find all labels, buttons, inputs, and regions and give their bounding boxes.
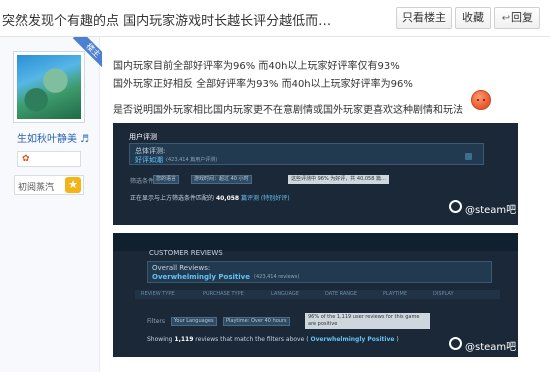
en-tab-language[interactable]: LANGUAGE: [271, 291, 299, 297]
en-showing-text: Showing 1,119 reviews that match the fil…: [147, 336, 399, 343]
en-filters-label: Filters: [147, 318, 165, 325]
en-showing-count: 1,119: [174, 336, 194, 343]
cn-watermark: @steam吧: [465, 205, 517, 216]
level-name: 初阅蒸汽: [18, 183, 55, 193]
post-title: 突然发现个有趣的点 国内玩家游戏时长越长评分越低而…: [2, 14, 332, 29]
cn-showing-text: 正在显示与上方筛选条件匹配的 40,058 篇评测 (特别好评): [130, 193, 290, 202]
en-overall-box: Overall Reviews: Overwhelmingly Positive…: [147, 261, 492, 283]
user-level[interactable]: 初阅蒸汽 ★: [14, 175, 84, 195]
cn-overall-value: 好评如潮: [135, 156, 163, 164]
username-link[interactable]: 生如秋叶静美 ♬: [17, 130, 89, 145]
reply-icon: ↩: [501, 13, 511, 24]
star-icon: ★: [65, 177, 81, 193]
en-showing-prefix: Showing: [147, 336, 173, 343]
en-tab-playtime[interactable]: PLAYTIME: [383, 291, 407, 297]
author-sidebar: 生如秋叶静美 ♬ ✿ 初阅蒸汽 ★: [0, 37, 100, 372]
screenshot-en-reviews[interactable]: CUSTOMER REVIEWS Overall Reviews: Overwh…: [113, 233, 518, 357]
en-tab-review-type[interactable]: REVIEW TYPE: [141, 291, 175, 297]
post-paragraph: 国内玩家目前全部好评率为96% 而40h以上玩家好评率仅有93%: [113, 61, 400, 72]
cn-filter-chip-language: 您的语言: [153, 175, 180, 184]
watermark-logo-icon: [449, 337, 462, 350]
favorite-button[interactable]: 收藏: [455, 7, 491, 29]
en-filter-tooltip: 96% of the 1,119 user reviews for this g…: [305, 313, 430, 329]
en-filter-chip-language: Your Languages: [171, 317, 217, 326]
cn-overall-box: 总体评测: 好评如潮 (423,414 篇用户评测): [129, 143, 484, 165]
cn-info-icon: [465, 153, 472, 160]
en-watermark: @steam吧: [465, 342, 517, 353]
en-filter-tabs: REVIEW TYPE PURCHASE TYPE LANGUAGE DATE …: [135, 290, 500, 299]
en-showing-suffix: reviews that match the filters above (: [195, 336, 309, 343]
cn-filter-tooltip: 这些评测中 96% 为好评，共 40,058 篇…: [288, 175, 389, 184]
host-tag: 楼主: [72, 37, 102, 67]
post-paragraph: 国外玩家正好相反 全部好评率为93% 而40h以上玩家好评率为96%: [113, 79, 413, 90]
post-paragraph: 是否说明国外玩家相比国内玩家更不在意剧情或国外玩家更喜欢这种剧情和玩法: [113, 105, 463, 116]
cn-showing-count: 40,058: [215, 195, 240, 202]
post-header: 突然发现个有趣的点 国内玩家游戏时长越长评分越低而… 只看楼主 收藏 ↩回复: [0, 0, 550, 37]
cn-overall-count: (423,414 篇用户评测): [166, 157, 218, 163]
reply-label: 回复: [511, 11, 533, 24]
en-tab-display[interactable]: DISPLAY: [433, 291, 454, 297]
en-showing-rating: Overwhelmingly Positive: [310, 336, 395, 343]
reply-button[interactable]: ↩回复: [494, 7, 540, 29]
only-host-button[interactable]: 只看楼主: [396, 7, 452, 29]
en-overall-value: Overwhelmingly Positive: [152, 273, 250, 281]
user-badge[interactable]: ✿: [17, 151, 81, 167]
cn-reviews-header: 用户评测: [129, 133, 157, 141]
watermark-logo-icon: [449, 200, 462, 213]
en-tab-date-range[interactable]: DATE RANGE: [325, 291, 357, 297]
host-tag-label: 楼主: [72, 37, 102, 67]
en-showing-end: ): [396, 336, 399, 343]
screenshot-cn-reviews[interactable]: 用户评测 总体评测: 好评如潮 (423,414 篇用户评测) 筛选条件 您的语…: [113, 123, 518, 225]
cn-filters-label: 筛选条件: [130, 178, 155, 185]
badge-icon: ✿: [22, 154, 30, 164]
en-filter-chip-playtime: Playtime: Over 40 hours: [223, 317, 290, 326]
en-overall-label: Overall Reviews:: [152, 264, 211, 272]
en-overall-count: (423,414 reviews): [254, 274, 300, 280]
en-reviews-header: CUSTOMER REVIEWS: [149, 249, 223, 257]
en-tab-purchase-type[interactable]: PURCHASE TYPE: [203, 291, 244, 297]
cn-showing-prefix: 正在显示与上方筛选条件匹配的: [130, 195, 215, 202]
cn-showing-suffix: 篇评测 (特别好评): [241, 195, 290, 202]
emoticon-icon: [471, 90, 491, 110]
cn-filter-chip-playtime: 游戏时间：超过 40 小时: [191, 175, 252, 184]
